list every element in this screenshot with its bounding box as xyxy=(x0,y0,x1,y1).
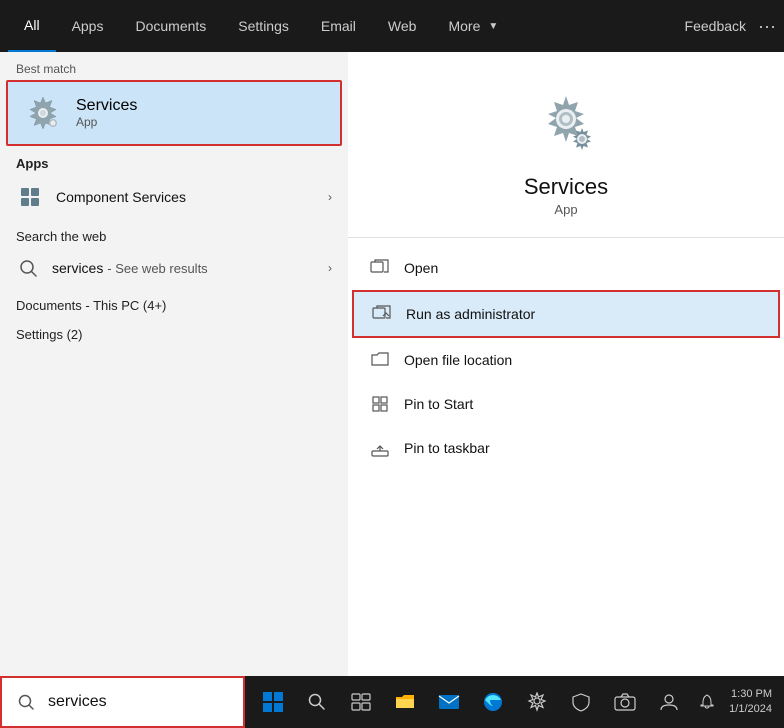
tab-web[interactable]: Web xyxy=(372,0,433,52)
tab-more-label: More xyxy=(448,18,480,34)
best-match-label: Best match xyxy=(0,52,348,80)
mail-button[interactable] xyxy=(429,682,469,722)
open-label: Open xyxy=(404,260,438,276)
app-preview-icon xyxy=(526,82,606,162)
top-nav: All Apps Documents Settings Email Web Mo… xyxy=(0,0,784,52)
more-options-button[interactable]: ··· xyxy=(758,16,776,37)
pin-to-taskbar-label: Pin to taskbar xyxy=(404,440,490,456)
taskbar-right: 1:30 PM 1/1/2024 xyxy=(689,684,784,720)
search-web-item[interactable]: services - See web results › xyxy=(0,248,348,288)
tab-apps-label: Apps xyxy=(72,18,104,34)
documents-section-label: Documents - This PC (4+) xyxy=(0,288,348,317)
tab-apps[interactable]: Apps xyxy=(56,0,120,52)
best-match-item[interactable]: Services App xyxy=(6,80,342,146)
app-preview: Services App xyxy=(348,52,784,238)
chevron-down-icon: ▼ xyxy=(488,21,498,32)
apps-section-label: Apps xyxy=(0,146,348,175)
tab-email-label: Email xyxy=(321,18,356,34)
tab-settings-label: Settings xyxy=(238,18,289,34)
run-as-admin-action[interactable]: Run as administrator xyxy=(352,290,780,338)
settings-taskbar-button[interactable] xyxy=(517,682,557,722)
run-as-admin-icon xyxy=(370,302,394,326)
chevron-right-icon: › xyxy=(328,190,332,204)
taskbar-search-button[interactable] xyxy=(297,682,337,722)
search-query-text: services xyxy=(52,260,103,276)
pin-to-taskbar-icon xyxy=(368,436,392,460)
tab-documents[interactable]: Documents xyxy=(119,0,222,52)
right-panel: Services App Open xyxy=(348,52,784,676)
open-file-location-action[interactable]: Open file location xyxy=(348,338,784,382)
tab-all-label: All xyxy=(24,17,40,33)
taskbar-icons xyxy=(245,682,689,722)
chevron-right-web-icon: › xyxy=(328,261,332,275)
pin-to-start-icon xyxy=(368,392,392,416)
component-services-label: Component Services xyxy=(56,189,328,205)
left-panel: Best match Services App Apps xyxy=(0,52,348,676)
start-button[interactable] xyxy=(253,682,293,722)
search-bar[interactable]: services xyxy=(0,676,245,728)
best-match-sub: App xyxy=(76,115,137,129)
security-button[interactable] xyxy=(561,682,601,722)
tab-documents-label: Documents xyxy=(135,18,206,34)
tab-all[interactable]: All xyxy=(8,0,56,52)
taskbar: services xyxy=(0,676,784,728)
task-view-button[interactable] xyxy=(341,682,381,722)
clock-display: 1:30 PM 1/1/2024 xyxy=(729,687,776,718)
search-web-query: services - See web results xyxy=(52,260,324,276)
nav-tabs: All Apps Documents Settings Email Web Mo… xyxy=(8,0,685,52)
search-icon xyxy=(14,690,38,714)
open-icon xyxy=(368,256,392,280)
search-input[interactable]: services xyxy=(48,693,231,711)
people-button[interactable] xyxy=(649,682,689,722)
camera-button[interactable] xyxy=(605,682,645,722)
pin-to-start-action[interactable]: Pin to Start xyxy=(348,382,784,426)
app-preview-name: Services xyxy=(524,174,608,200)
component-services-item[interactable]: Component Services › xyxy=(0,175,348,219)
pin-to-taskbar-action[interactable]: Pin to taskbar xyxy=(348,426,784,470)
main-layout: Best match Services App Apps xyxy=(0,52,784,676)
action-list: Open Run as administrator xyxy=(348,238,784,478)
see-web-results-text: - See web results xyxy=(107,261,207,276)
nav-right: Feedback ··· xyxy=(685,16,776,37)
open-file-location-icon xyxy=(368,348,392,372)
open-file-location-label: Open file location xyxy=(404,352,512,368)
file-explorer-button[interactable] xyxy=(385,682,425,722)
pin-to-start-label: Pin to Start xyxy=(404,396,473,412)
search-web-label: Search the web xyxy=(0,219,348,248)
best-match-name: Services xyxy=(76,97,137,115)
tab-web-label: Web xyxy=(388,18,417,34)
notification-icon[interactable] xyxy=(689,684,725,720)
app-preview-sub: App xyxy=(554,202,577,217)
tab-settings[interactable]: Settings xyxy=(222,0,305,52)
run-as-admin-label: Run as administrator xyxy=(406,306,535,322)
tab-email[interactable]: Email xyxy=(305,0,372,52)
browser-button[interactable] xyxy=(473,682,513,722)
tab-more[interactable]: More ▼ xyxy=(432,0,514,52)
open-action[interactable]: Open xyxy=(348,246,784,290)
best-match-text: Services App xyxy=(76,97,137,129)
search-web-icon xyxy=(16,256,40,280)
services-icon xyxy=(22,92,64,134)
component-services-icon xyxy=(16,183,44,211)
feedback-button[interactable]: Feedback xyxy=(685,18,746,34)
settings-section-label: Settings (2) xyxy=(0,317,348,346)
